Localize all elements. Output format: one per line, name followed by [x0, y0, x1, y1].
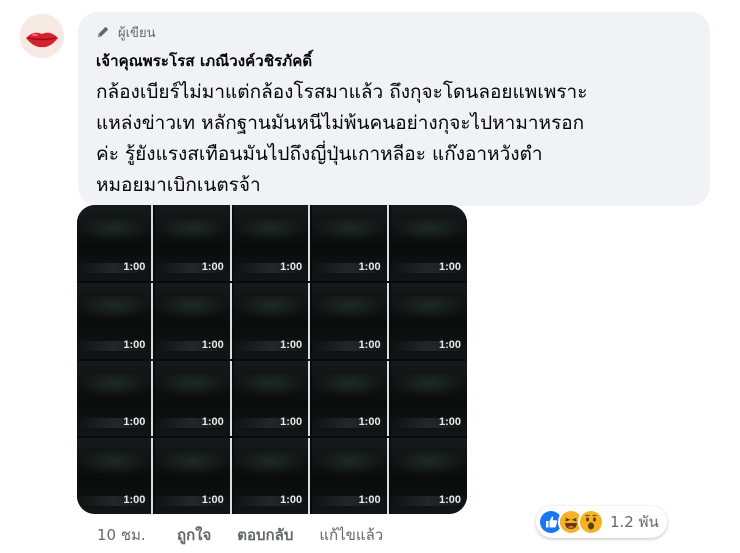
- frame-timestamp: 1:00: [123, 260, 146, 273]
- frame-timestamp: 1:00: [201, 338, 224, 351]
- frame-timestamp: 1:00: [280, 494, 303, 506]
- comment-text: กล้องเบียร์ไม่มาแต่กล้องโรสมาแล้ว ถึงกุจ…: [96, 77, 696, 201]
- video-frame-thumbnail: 1:00: [233, 205, 311, 281]
- frame-timestamp: 1:00: [438, 416, 461, 429]
- author-badge-label: ผู้เขียน: [118, 25, 156, 41]
- frame-timestamp: 1:00: [123, 494, 146, 506]
- comment-actions: 10 ชม. ถูกใจ ตอบกลับ แก้ไขแล้ว: [97, 524, 383, 546]
- wow-icon: [578, 509, 604, 535]
- reply-button[interactable]: ตอบกลับ: [237, 523, 293, 547]
- comment-timestamp[interactable]: 10 ชม.: [97, 523, 177, 547]
- like-button[interactable]: ถูกใจ: [177, 523, 211, 547]
- frame-timestamp: 1:00: [358, 494, 381, 506]
- reaction-count: 1.2 พัน: [610, 513, 659, 531]
- video-frame-thumbnail: 1:00: [312, 438, 389, 514]
- frame-timestamp: 1:00: [280, 260, 303, 273]
- comment-text-line: กล้องเบียร์ไม่มาแต่กล้องโรสมาแล้ว ถึงกุจ…: [96, 81, 588, 103]
- frame-timestamp: 1:00: [438, 338, 461, 351]
- video-frame-thumbnail: 1:00: [77, 438, 154, 514]
- comment-text-line: ค่ะ รู้ยังแรงสเทือนมันไปถึงญี่ปุ่นเกาหลี…: [96, 143, 543, 165]
- video-frame-thumbnail: 1:00: [233, 282, 311, 359]
- frame-timestamp: 1:00: [438, 494, 461, 506]
- frame-timestamp: 1:00: [280, 416, 303, 429]
- edited-label[interactable]: แก้ไขแล้ว: [319, 523, 383, 547]
- video-frame-thumbnail: 1:00: [155, 438, 232, 514]
- frame-timestamp: 1:00: [201, 260, 224, 273]
- frame-timestamp: 1:00: [358, 416, 381, 429]
- pencil-icon: [97, 26, 109, 38]
- video-frame-thumbnail: 1:00: [155, 205, 232, 281]
- frame-timestamp: 1:00: [123, 416, 146, 429]
- reaction-summary[interactable]: 1.2 พัน: [536, 506, 667, 538]
- frame-timestamp: 1:00: [201, 494, 224, 506]
- video-frame-thumbnail: 1:00: [77, 205, 154, 281]
- frame-timestamp: 1:00: [358, 260, 381, 273]
- author-badge: ผู้เขียน: [96, 22, 692, 42]
- comment-bubble: ผู้เขียน เจ้าคุณพระโรส เภณีวงค์วชิรภัคดิ…: [78, 12, 710, 206]
- frame-timestamp: 1:00: [438, 260, 461, 273]
- frame-timestamp: 1:00: [123, 338, 146, 351]
- video-frame-thumbnail: 1:00: [312, 205, 389, 281]
- attached-image-grid[interactable]: 1:00 1:00 1:00 1:00 1:00 1:00 1:00 1:00 1:00 1:00…: [77, 205, 467, 514]
- video-frame-thumbnail: 1:00: [233, 360, 311, 437]
- video-frame-thumbnail: 1:00: [155, 360, 232, 437]
- comment-text-line: แหล่งข่าวเท หลักฐานมันหนีไม่พ้นคนอย่างกุ…: [96, 112, 585, 134]
- author-name-link[interactable]: เจ้าคุณพระโรส เภณีวงค์วชิรภัคดิ์: [96, 49, 692, 73]
- frame-timestamp: 1:00: [358, 338, 381, 351]
- video-frame-thumbnail: 1:00: [390, 438, 467, 514]
- frame-timestamp: 1:00: [280, 338, 303, 351]
- video-frame-thumbnail: 1:00: [233, 438, 311, 514]
- video-frame-thumbnail: 1:00: [155, 282, 232, 359]
- frame-timestamp: 1:00: [201, 416, 224, 429]
- comment-text-line: หมอยมาเบิกเนตรจ้า: [96, 174, 261, 196]
- video-frame-thumbnail: 1:00: [390, 205, 467, 281]
- video-frame-thumbnail: 1:00: [77, 282, 154, 359]
- video-frame-thumbnail: 1:00: [312, 360, 389, 437]
- video-frame-thumbnail: 1:00: [312, 282, 389, 359]
- video-frame-thumbnail: 1:00: [77, 360, 154, 437]
- video-frame-thumbnail: 1:00: [390, 360, 467, 437]
- avatar[interactable]: [20, 14, 64, 58]
- lips-avatar-image: [20, 14, 64, 58]
- video-frame-thumbnail: 1:00: [390, 282, 467, 359]
